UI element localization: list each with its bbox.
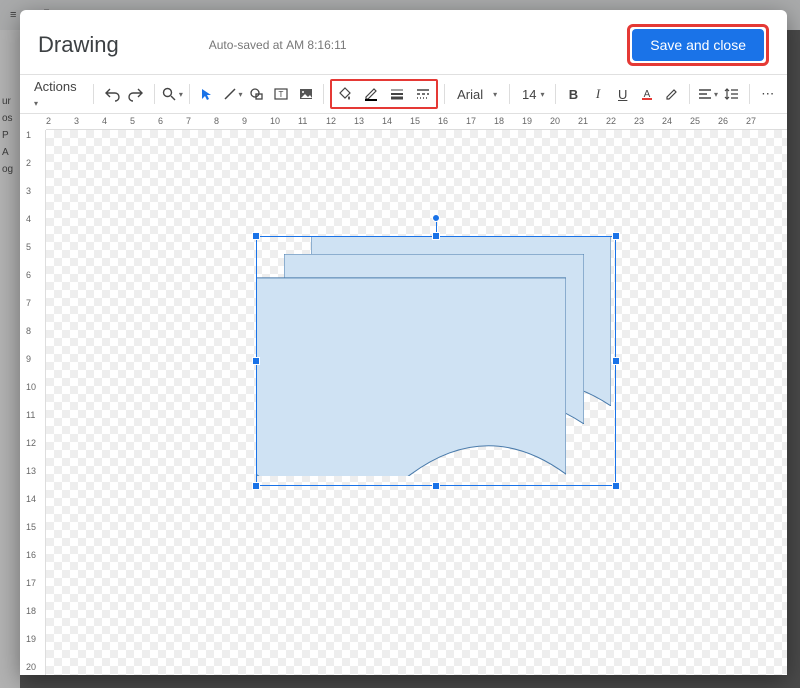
shape-tool[interactable] [245, 82, 268, 106]
border-weight-button[interactable] [385, 82, 409, 106]
more-button[interactable]: ⋯ [756, 82, 779, 106]
textbox-tool[interactable]: T [270, 82, 293, 106]
drawing-dialog: Drawing Auto-saved at AM 8:16:11 Save an… [20, 10, 787, 675]
svg-text:T: T [279, 90, 284, 99]
italic-button[interactable]: I [587, 82, 610, 106]
font-size-select[interactable]: 14▾ [516, 87, 549, 102]
fill-color-button[interactable] [333, 82, 357, 106]
handle-sw[interactable] [252, 482, 260, 490]
handle-ne[interactable] [612, 232, 620, 240]
horizontal-ruler: 2345678910111213141516171819202122232425… [46, 114, 787, 130]
autosave-status: Auto-saved at AM 8:16:11 [209, 38, 347, 52]
handle-w[interactable] [252, 357, 260, 365]
text-color-button[interactable]: A [636, 82, 659, 106]
line-spacing-button[interactable] [721, 82, 744, 106]
line-tool[interactable]: ▾ [221, 82, 244, 106]
save-button-highlight: Save and close [627, 24, 769, 66]
background-sidebar: urosPAog [0, 30, 20, 688]
selected-shape-group[interactable] [256, 236, 616, 486]
drawing-toolbar: Actions ▾ ▾ ▾ T Arial▾ 14▾ B I U A ▾ [20, 74, 787, 114]
align-button[interactable]: ▾ [696, 82, 719, 106]
style-tools-highlight [330, 79, 438, 109]
handle-e[interactable] [612, 357, 620, 365]
canvas-area: 2345678910111213141516171819202122232425… [20, 114, 787, 675]
border-color-button[interactable] [359, 82, 383, 106]
rotation-handle[interactable] [432, 214, 440, 222]
actions-menu[interactable]: Actions ▾ [28, 79, 87, 109]
zoom-button[interactable]: ▾ [161, 82, 184, 106]
handle-se[interactable] [612, 482, 620, 490]
shape-front[interactable] [256, 276, 566, 476]
border-dash-button[interactable] [411, 82, 435, 106]
undo-button[interactable] [100, 82, 123, 106]
bold-button[interactable]: B [562, 82, 585, 106]
font-family-select[interactable]: Arial▾ [451, 87, 503, 102]
vertical-ruler: 1234567891011121314151617181920 [20, 130, 46, 675]
select-tool[interactable] [196, 82, 219, 106]
handle-nw[interactable] [252, 232, 260, 240]
save-and-close-button[interactable]: Save and close [632, 29, 764, 61]
handle-s[interactable] [432, 482, 440, 490]
dialog-header: Drawing Auto-saved at AM 8:16:11 Save an… [20, 10, 787, 74]
image-tool[interactable] [295, 82, 318, 106]
redo-button[interactable] [125, 82, 148, 106]
handle-n[interactable] [432, 232, 440, 240]
dialog-title: Drawing [38, 32, 119, 58]
drawing-canvas[interactable] [46, 130, 787, 675]
highlight-button[interactable] [661, 82, 684, 106]
underline-button[interactable]: U [611, 82, 634, 106]
